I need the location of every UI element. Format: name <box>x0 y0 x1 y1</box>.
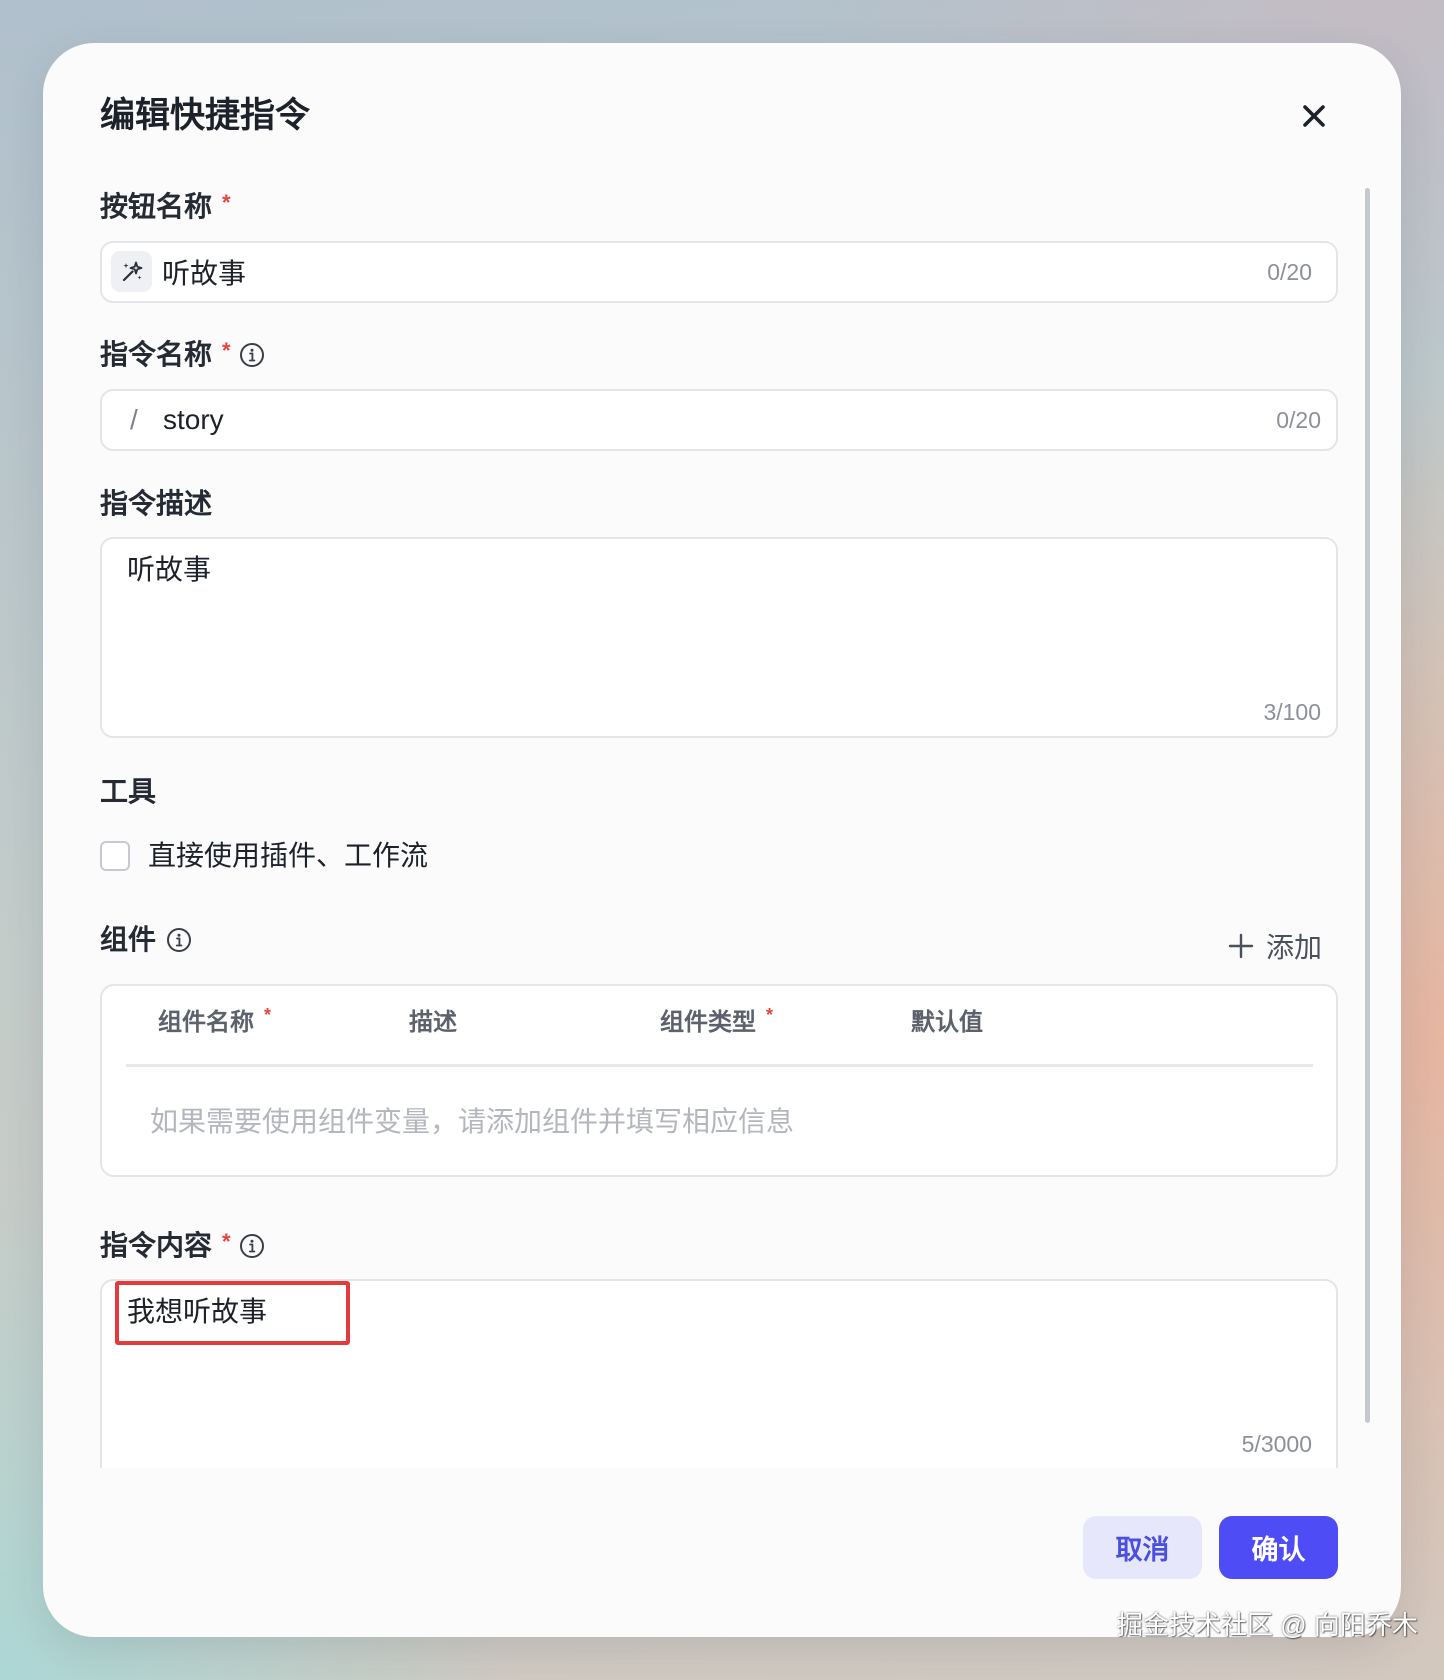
column-header-default-value: 默认值 <box>911 1004 993 1036</box>
direct-plugin-checkbox[interactable] <box>100 841 130 871</box>
tools-label: 工具 <box>100 774 156 810</box>
cancel-button[interactable]: 取消 <box>1083 1516 1202 1579</box>
close-icon <box>1301 103 1327 129</box>
add-component-label: 添加 <box>1265 932 1322 963</box>
button-name-label-text: 按钮名称 <box>100 191 213 222</box>
command-description-label: 指令描述 <box>100 486 212 522</box>
edit-shortcut-dialog: 编辑快捷指令 按钮名称 * 0/20 <box>43 43 1401 1637</box>
command-name-label-text: 指令名称 <box>100 339 213 370</box>
command-content-counter: 5/3000 <box>1241 1431 1312 1457</box>
slash-prefix: / <box>130 404 138 435</box>
button-name-label: 按钮名称 * <box>100 189 231 225</box>
command-name-field[interactable]: / 0/20 <box>100 389 1338 451</box>
column-header-label: 描述 <box>409 1008 457 1036</box>
column-header-description: 描述 <box>409 1004 467 1036</box>
column-header-label: 组件类型 <box>660 1008 756 1036</box>
tools-label-text: 工具 <box>100 776 157 807</box>
required-mark: * <box>222 190 231 215</box>
command-description-counter: 3/100 <box>1263 699 1321 725</box>
column-header-label: 默认值 <box>911 1008 983 1036</box>
info-icon[interactable] <box>239 1233 265 1259</box>
command-name-label: 指令名称 * <box>100 337 265 373</box>
required-mark: * <box>222 338 231 363</box>
button-name-counter: 0/20 <box>1267 259 1312 285</box>
table-header-divider <box>126 1064 1313 1067</box>
close-button[interactable] <box>1298 100 1330 132</box>
button-icon-picker[interactable] <box>111 251 152 292</box>
command-description-textarea[interactable]: 听故事 <box>127 552 1307 672</box>
command-description-field[interactable]: 听故事 3/100 <box>100 537 1338 738</box>
add-component-button[interactable]: 添加 <box>1228 928 1322 964</box>
required-mark: * <box>264 1005 272 1025</box>
confirm-button[interactable]: 确认 <box>1219 1516 1338 1579</box>
components-label: 组件 <box>100 922 192 958</box>
command-content-field[interactable]: 我想听故事 5/3000 <box>100 1279 1338 1468</box>
button-name-input[interactable] <box>162 243 1212 301</box>
button-name-field[interactable]: 0/20 <box>100 241 1338 303</box>
command-content-label-text: 指令内容 <box>100 1230 213 1261</box>
magic-wand-icon <box>119 259 145 285</box>
watermark: 掘金技术社区 @ 向阳乔木 <box>1117 1610 1418 1640</box>
required-mark: * <box>222 1229 231 1254</box>
components-table: 组件名称 * 描述 组件类型 * 默认值 如果需要使用组件变量，请添加组件并填写… <box>100 984 1338 1177</box>
info-icon[interactable] <box>239 342 265 368</box>
direct-plugin-checkbox-label[interactable]: 直接使用插件、工作流 <box>148 838 428 874</box>
column-header-label: 组件名称 <box>158 1008 254 1036</box>
command-name-counter: 0/20 <box>1276 407 1321 433</box>
command-content-label: 指令内容 * <box>100 1228 265 1264</box>
info-icon[interactable] <box>166 927 192 953</box>
plus-icon <box>1228 933 1254 959</box>
command-description-label-text: 指令描述 <box>100 488 213 519</box>
command-name-input[interactable] <box>163 391 1213 449</box>
vertical-scrollbar[interactable] <box>1365 188 1370 1423</box>
column-header-component-type: 组件类型 * <box>660 1004 774 1036</box>
dialog-title: 编辑快捷指令 <box>100 96 311 135</box>
components-empty-text: 如果需要使用组件变量，请添加组件并填写相应信息 <box>150 1106 795 1137</box>
components-label-text: 组件 <box>100 924 157 955</box>
command-content-textarea[interactable]: 我想听故事 <box>127 1294 1307 1414</box>
required-mark: * <box>766 1005 774 1025</box>
form-scroll-area[interactable]: 按钮名称 * 0/20 指令名称 * <box>43 183 1401 1468</box>
column-header-component-name: 组件名称 * <box>158 1004 272 1036</box>
